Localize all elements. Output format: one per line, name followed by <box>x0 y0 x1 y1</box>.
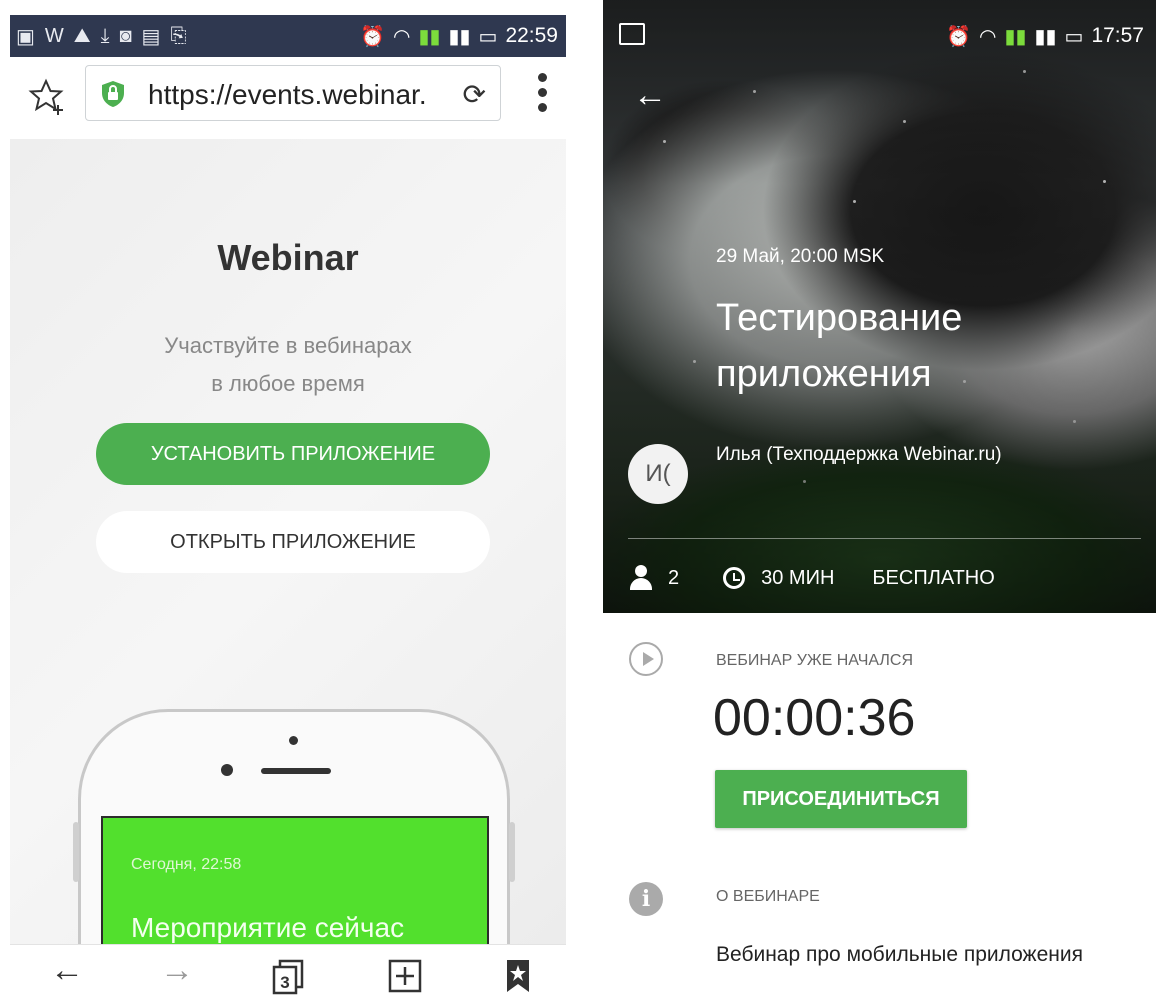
subtitle-line-1: Участвуйте в вебинарах <box>164 333 412 358</box>
elapsed-timer: 00:00:36 <box>713 689 916 747</box>
browser-bottom-nav: ← → 3 <box>10 944 566 1000</box>
kebab-menu-icon[interactable] <box>536 73 548 121</box>
phone-sensor <box>289 736 298 745</box>
new-tab-icon[interactable] <box>388 959 422 993</box>
battery-icon: ▭ <box>1064 25 1084 48</box>
clock-icon <box>723 567 746 589</box>
right-phone-screen: ⏰ ◠ ▮▮ ▮▮ ▭ 17:57 ← 29 Май, 20:00 MSK Те… <box>603 0 1156 1000</box>
event-duration: 30 МИН <box>761 566 835 589</box>
wifi-icon: ◠ <box>979 25 997 48</box>
notification-icon: ▣ <box>16 25 35 48</box>
status-bar: ⏰ ◠ ▮▮ ▮▮ ▭ 17:57 <box>603 15 1156 57</box>
about-webinar-label: О ВЕБИНАРЕ <box>716 888 820 905</box>
w-letter-icon: W <box>44 24 64 47</box>
phone-illustration: Сегодня, 22:58 Мероприятие сейчас <box>73 709 515 944</box>
about-webinar-text: Вебинар про мобильные приложения <box>716 943 1083 966</box>
back-arrow-icon[interactable]: ← <box>50 951 84 990</box>
signal-icon-2: ▮▮ <box>1034 25 1057 48</box>
alarm-icon: ⏰ <box>360 25 386 48</box>
phone-side-button <box>73 822 79 882</box>
play-circle-icon <box>629 642 663 676</box>
status-right-icons: ⏰ ◠ ▮▮ ▮▮ ▭ 22:59 <box>360 15 558 57</box>
bookmark-icon[interactable] <box>506 959 530 993</box>
reload-icon[interactable]: ⟳ <box>463 78 486 111</box>
event-stats: 2 30 МИН БЕСПЛАТНО <box>628 562 995 594</box>
signal-icon: ▮▮ <box>1004 25 1027 48</box>
signal-icon-2: ▮▮ <box>448 25 471 48</box>
url-text: https://events.webinar. <box>148 79 427 110</box>
status-right-icons: ⏰ ◠ ▮▮ ▮▮ ▭ 17:57 <box>946 15 1144 57</box>
phone-side-button <box>509 822 515 882</box>
hero-divider <box>628 538 1141 539</box>
news-icon: ▤ <box>141 25 161 48</box>
join-button[interactable]: ПРИСОЕДИНИТЬСЯ <box>715 770 967 828</box>
subtitle-line-2: в любое время <box>211 371 365 396</box>
alarm-icon: ⏰ <box>946 25 972 48</box>
tabs-count: 3 <box>280 973 289 992</box>
instagram-icon: ◙ <box>119 24 132 47</box>
event-price: БЕСПЛАТНО <box>872 566 995 589</box>
install-app-button[interactable]: УСТАНОВИТЬ ПРИЛОЖЕНИЕ <box>96 423 490 485</box>
info-icon: i <box>629 882 663 916</box>
url-field[interactable]: https://events.webinar. ⟳ <box>85 65 501 121</box>
screenshot-root: ▣ W ⛰ ⤓ ◙ ▤ ⎘ ⏰ ◠ ▮▮ ▮▮ ▭ 22:59 https://… <box>0 0 1156 1000</box>
page-title: Webinar <box>217 237 359 278</box>
image-notification-icon <box>619 23 645 45</box>
browser-toolbar: https://events.webinar. ⟳ <box>10 57 566 139</box>
event-title: Тестирование приложения <box>716 297 963 395</box>
avatar[interactable]: И( <box>628 444 688 504</box>
download-icon: ⤓ <box>100 24 110 47</box>
back-arrow-icon[interactable]: ← <box>633 76 667 115</box>
phone-screen: Сегодня, 22:58 Мероприятие сейчас <box>101 816 489 944</box>
clipboard-icon: ⎘ <box>170 24 187 47</box>
wifi-icon: ◠ <box>393 25 411 48</box>
event-author: Илья (Техподдержка Webinar.ru) <box>716 444 1002 465</box>
notification-icons: ▣ W ⛰ ⤓ ◙ ▤ ⎘ <box>16 15 186 57</box>
forward-arrow-icon[interactable]: → <box>160 951 194 990</box>
event-date: 29 Май, 20:00 MSK <box>716 246 885 267</box>
image-icon: ⛰ <box>73 24 91 47</box>
webinar-started-label: ВЕБИНАР УЖЕ НАЧАЛСЯ <box>716 652 914 669</box>
status-bar: ▣ W ⛰ ⤓ ◙ ▤ ⎘ ⏰ ◠ ▮▮ ▮▮ ▭ 22:59 <box>10 15 566 57</box>
phone-speaker <box>261 768 331 774</box>
signal-icon: ▮▮ <box>418 25 441 48</box>
phone-camera <box>221 764 233 776</box>
left-phone-screen: ▣ W ⛰ ⤓ ◙ ▤ ⎘ ⏰ ◠ ▮▮ ▮▮ ▭ 22:59 https://… <box>0 0 578 1000</box>
web-content: Webinar Участвуйте в вебинарах в любое в… <box>10 139 566 944</box>
status-time: 17:57 <box>1091 24 1144 47</box>
lock-icon <box>102 81 124 107</box>
screen-date: Сегодня, 22:58 <box>131 856 242 873</box>
screen-title: Мероприятие сейчас <box>131 912 405 943</box>
status-time: 22:59 <box>505 24 558 47</box>
star-plus-icon[interactable] <box>28 77 68 117</box>
person-icon <box>628 565 654 591</box>
battery-icon: ▭ <box>478 25 498 48</box>
event-hero-image: ⏰ ◠ ▮▮ ▮▮ ▭ 17:57 ← 29 Май, 20:00 MSK Те… <box>603 0 1156 613</box>
participants-count: 2 <box>668 566 680 589</box>
tabs-icon[interactable]: 3 <box>272 959 306 995</box>
open-app-button[interactable]: ОТКРЫТЬ ПРИЛОЖЕНИЕ <box>96 511 490 573</box>
page-subtitle: Участвуйте в вебинарах в любое время <box>10 327 566 403</box>
